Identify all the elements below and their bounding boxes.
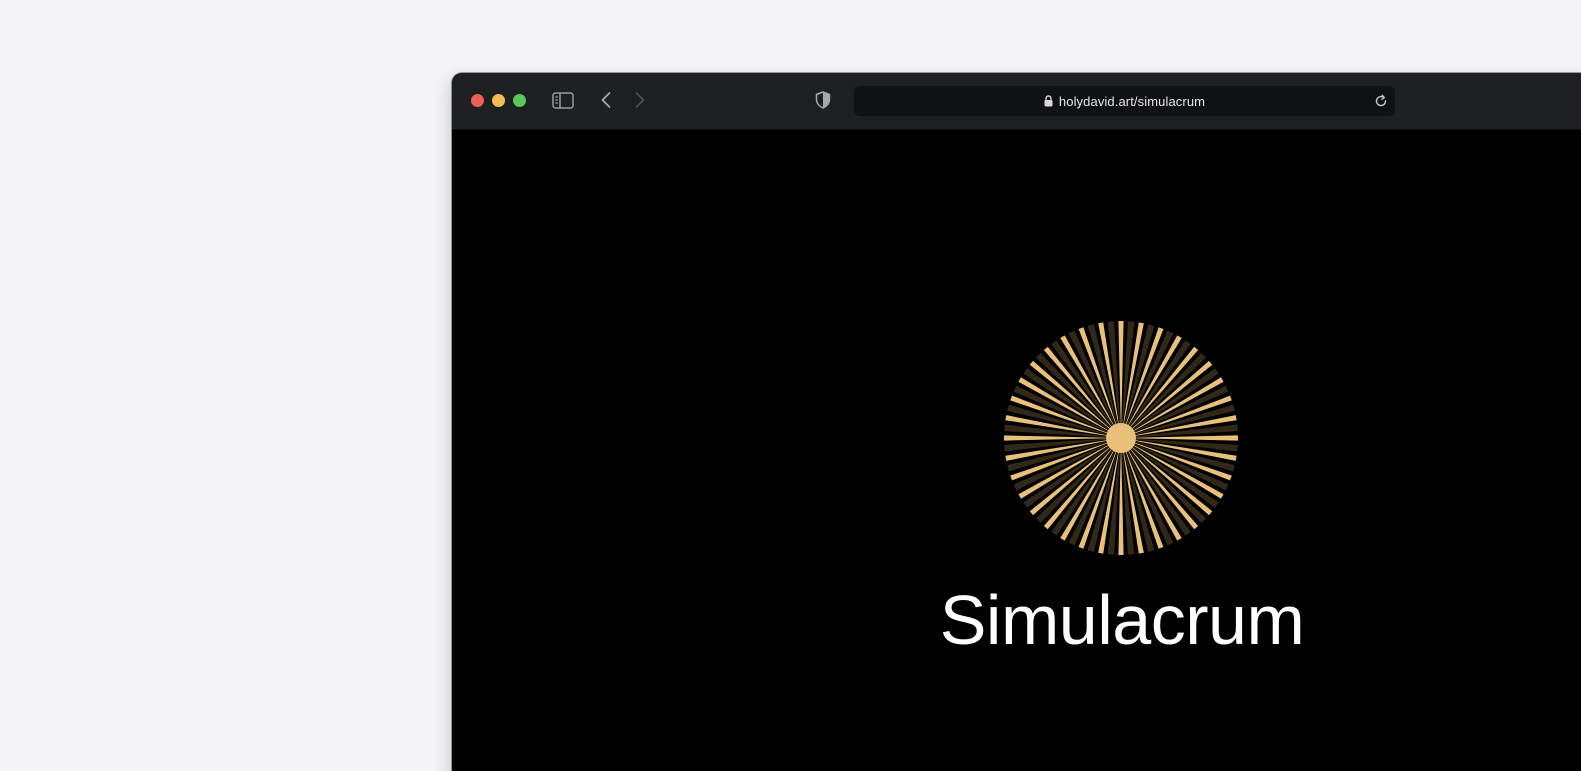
privacy-report-button[interactable] — [814, 87, 832, 113]
browser-toolbar: holydavid.art/simulacrum — [452, 73, 1581, 130]
sunburst-ray — [1121, 415, 1237, 438]
web-page-viewport: Simulacrum — [452, 130, 1581, 771]
sidebar-toggle-button[interactable] — [551, 87, 575, 113]
lock-icon — [1044, 95, 1053, 107]
reload-icon[interactable] — [1373, 93, 1389, 109]
desktop-backdrop: holydavid.art/simulacrum Simulacrum — [0, 0, 1581, 771]
sunburst-ray — [1121, 438, 1237, 461]
back-button[interactable] — [597, 87, 615, 113]
sunburst-ray — [1121, 322, 1144, 438]
url-text: holydavid.art/simulacrum — [1058, 93, 1206, 109]
chevron-left-icon — [601, 92, 611, 108]
sunburst-ray — [1098, 438, 1121, 554]
sunburst-ray — [1121, 438, 1144, 554]
window-close-button[interactable] — [471, 94, 484, 107]
chevron-right-icon — [635, 92, 645, 108]
sunburst-core — [1106, 423, 1136, 453]
sidebar-icon — [552, 91, 574, 109]
sunburst-ray — [1098, 322, 1121, 438]
window-minimize-button[interactable] — [492, 94, 505, 107]
shield-icon — [815, 91, 831, 109]
sunburst-icon — [1004, 321, 1238, 555]
sunburst-ray — [1005, 415, 1121, 438]
forward-button[interactable] — [631, 87, 649, 113]
sunburst-ray — [1005, 438, 1121, 461]
address-bar[interactable]: holydavid.art/simulacrum — [854, 86, 1395, 116]
address-content: holydavid.art/simulacrum — [854, 86, 1395, 116]
window-zoom-button[interactable] — [513, 94, 526, 107]
page-title: Simulacrum — [939, 581, 1305, 659]
browser-window: holydavid.art/simulacrum Simulacrum — [452, 73, 1581, 771]
